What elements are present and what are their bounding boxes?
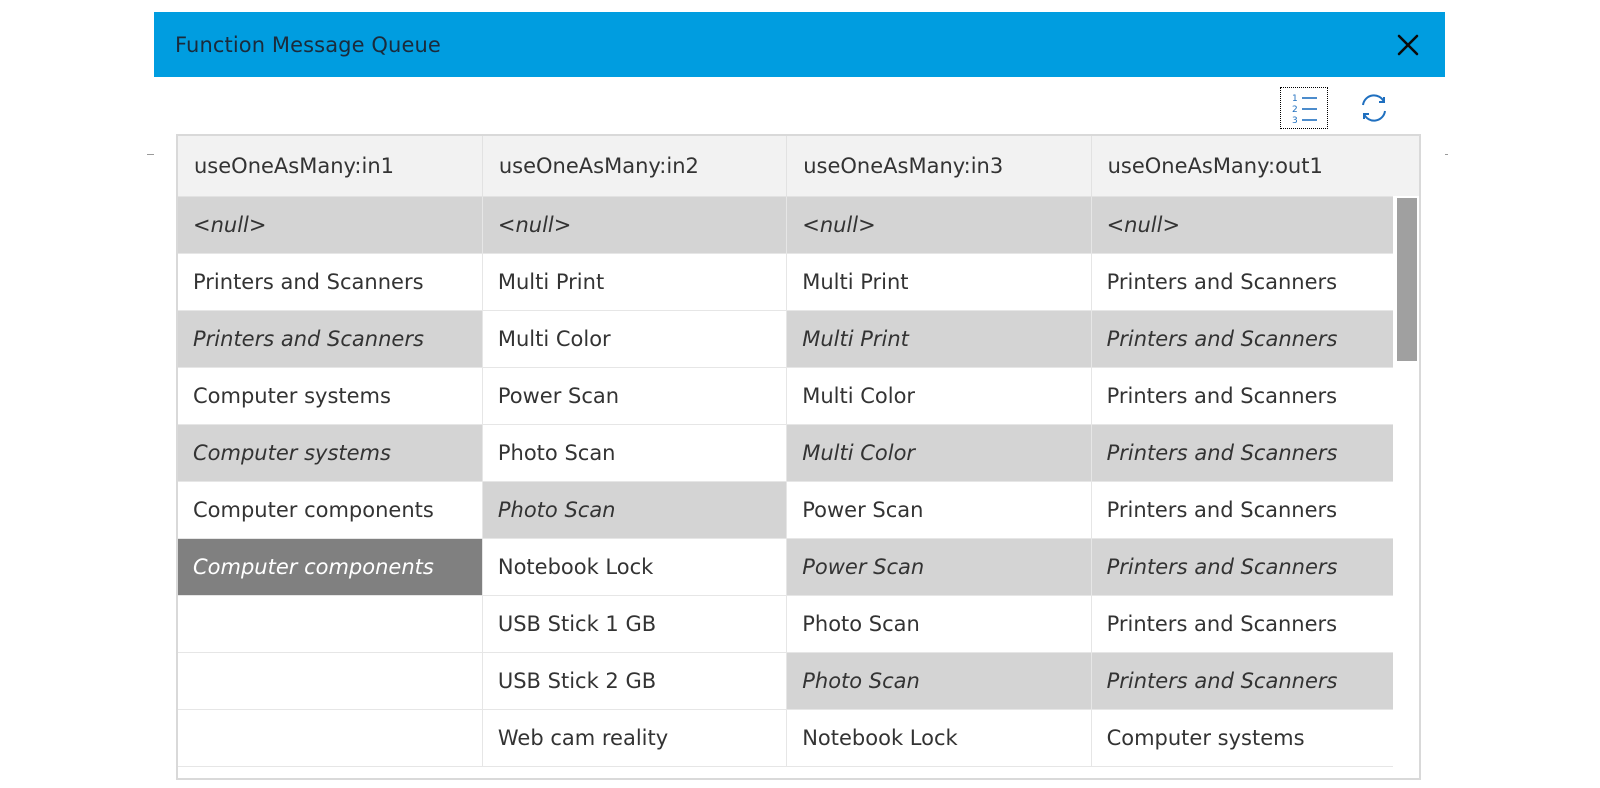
cell-in3[interactable]: Multi Print [786,310,1092,368]
cell-in1[interactable] [178,652,483,710]
cell-in1[interactable]: Computer systems [178,424,483,482]
table-row[interactable]: USB Stick 1 GB Photo Scan Printers and Sca… [178,595,1400,653]
cell-out1[interactable]: Printers and Scanners [1091,424,1400,482]
cell-in1[interactable]: <null> [178,196,483,254]
numbered-list-icon: 1 2 3 [1292,94,1317,125]
cell-in3[interactable]: Photo Scan [786,595,1092,653]
svg-text:1: 1 [1292,94,1298,104]
cell-out1[interactable]: Printers and Scanners [1091,253,1400,311]
cell-in2[interactable]: Web cam reality [482,709,788,767]
cell-in3[interactable]: Multi Color [786,424,1092,482]
cell-in1[interactable] [178,709,483,767]
edge-mark-right [1445,154,1448,155]
cell-out1[interactable]: Printers and Scanners [1091,367,1400,425]
cell-in2[interactable]: Multi Color [482,310,788,368]
table-row[interactable]: Computer systems Power Scan Multi Color Pri… [178,367,1400,425]
cell-in3[interactable]: Multi Color [786,367,1092,425]
cell-in1[interactable]: Computer components [178,481,483,539]
function-message-queue-dialog: Function Message Queue 1 2 3 useOneAsMan… [154,12,1445,788]
table-row[interactable]: Printers and Scanners Multi Print Multi Pr… [178,253,1400,311]
svg-text:3: 3 [1292,116,1298,125]
cell-out1[interactable]: Printers and Scanners [1091,481,1400,539]
table-row[interactable]: USB Stick 2 GB Photo Scan Printers and Sca… [178,652,1400,710]
cell-out1[interactable]: Printers and Scanners [1091,538,1400,596]
cell-in2[interactable]: Notebook Lock [482,538,788,596]
cell-out1[interactable]: Computer systems [1091,709,1400,767]
close-icon [1397,34,1419,55]
cell-in3[interactable]: Power Scan [786,481,1092,539]
table-row[interactable]: Web cam reality Notebook Lock Computer sys… [178,709,1400,767]
column-header-in2[interactable]: useOneAsMany:in2 [482,136,788,197]
table-header-row: useOneAsMany:in1 useOneAsMany:in2 useOne… [178,136,1400,197]
table-row[interactable]: Computer systems Photo Scan Multi Color Pri… [178,424,1400,482]
cell-in2[interactable]: <null> [482,196,788,254]
column-header-in3[interactable]: useOneAsMany:in3 [786,136,1092,197]
vertical-scrollbar[interactable] [1393,196,1419,778]
cell-out1[interactable]: Printers and Scanners [1091,595,1400,653]
cell-in2[interactable]: USB Stick 2 GB [482,652,788,710]
cell-out1[interactable]: Printers and Scanners [1091,310,1400,368]
cell-in1[interactable]: Printers and Scanners [178,310,483,368]
queue-grid: useOneAsMany:in1 useOneAsMany:in2 useOne… [178,136,1400,767]
close-button[interactable] [1393,30,1423,60]
cell-in3[interactable]: Notebook Lock [786,709,1092,767]
dialog-toolbar: 1 2 3 [1280,85,1398,131]
column-header-in1[interactable]: useOneAsMany:in1 [178,136,483,197]
refresh-button[interactable] [1350,87,1398,129]
table-row[interactable]: Computer components Notebook Lock Power Sc… [178,538,1400,596]
cell-out1[interactable]: <null> [1091,196,1400,254]
cell-in3[interactable]: <null> [786,196,1092,254]
table-row[interactable]: <null> <null> <null> <null> [178,196,1400,254]
cell-in3[interactable]: Power Scan [786,538,1092,596]
cell-in1[interactable]: Printers and Scanners [178,253,483,311]
header-filler [1393,136,1419,196]
cell-in1[interactable] [178,595,483,653]
cell-out1[interactable]: Printers and Scanners [1091,652,1400,710]
dialog-title: Function Message Queue [175,32,441,57]
refresh-icon [1362,94,1386,122]
cell-in2[interactable]: Power Scan [482,367,788,425]
column-header-out1[interactable]: useOneAsMany:out1 [1091,136,1400,197]
cell-in2[interactable]: Multi Print [482,253,788,311]
message-queue-table: useOneAsMany:in1 useOneAsMany:in2 useOne… [176,134,1421,780]
cell-in3[interactable]: Photo Scan [786,652,1092,710]
table-row[interactable]: Printers and Scanners Multi Color Multi Pr… [178,310,1400,368]
cell-in2[interactable]: Photo Scan [482,424,788,482]
scrollbar-thumb[interactable] [1397,198,1417,361]
cell-in2[interactable]: Photo Scan [482,481,788,539]
line-numbers-button[interactable]: 1 2 3 [1280,87,1328,129]
cell-in2[interactable]: USB Stick 1 GB [482,595,788,653]
dialog-title-bar: Function Message Queue [154,12,1445,77]
cell-in3[interactable]: Multi Print [786,253,1092,311]
cell-in1[interactable]: Computer components [178,538,483,596]
cell-in1[interactable]: Computer systems [178,367,483,425]
svg-text:2: 2 [1292,105,1298,115]
table-row[interactable]: Computer components Photo Scan Power Scan P… [178,481,1400,539]
